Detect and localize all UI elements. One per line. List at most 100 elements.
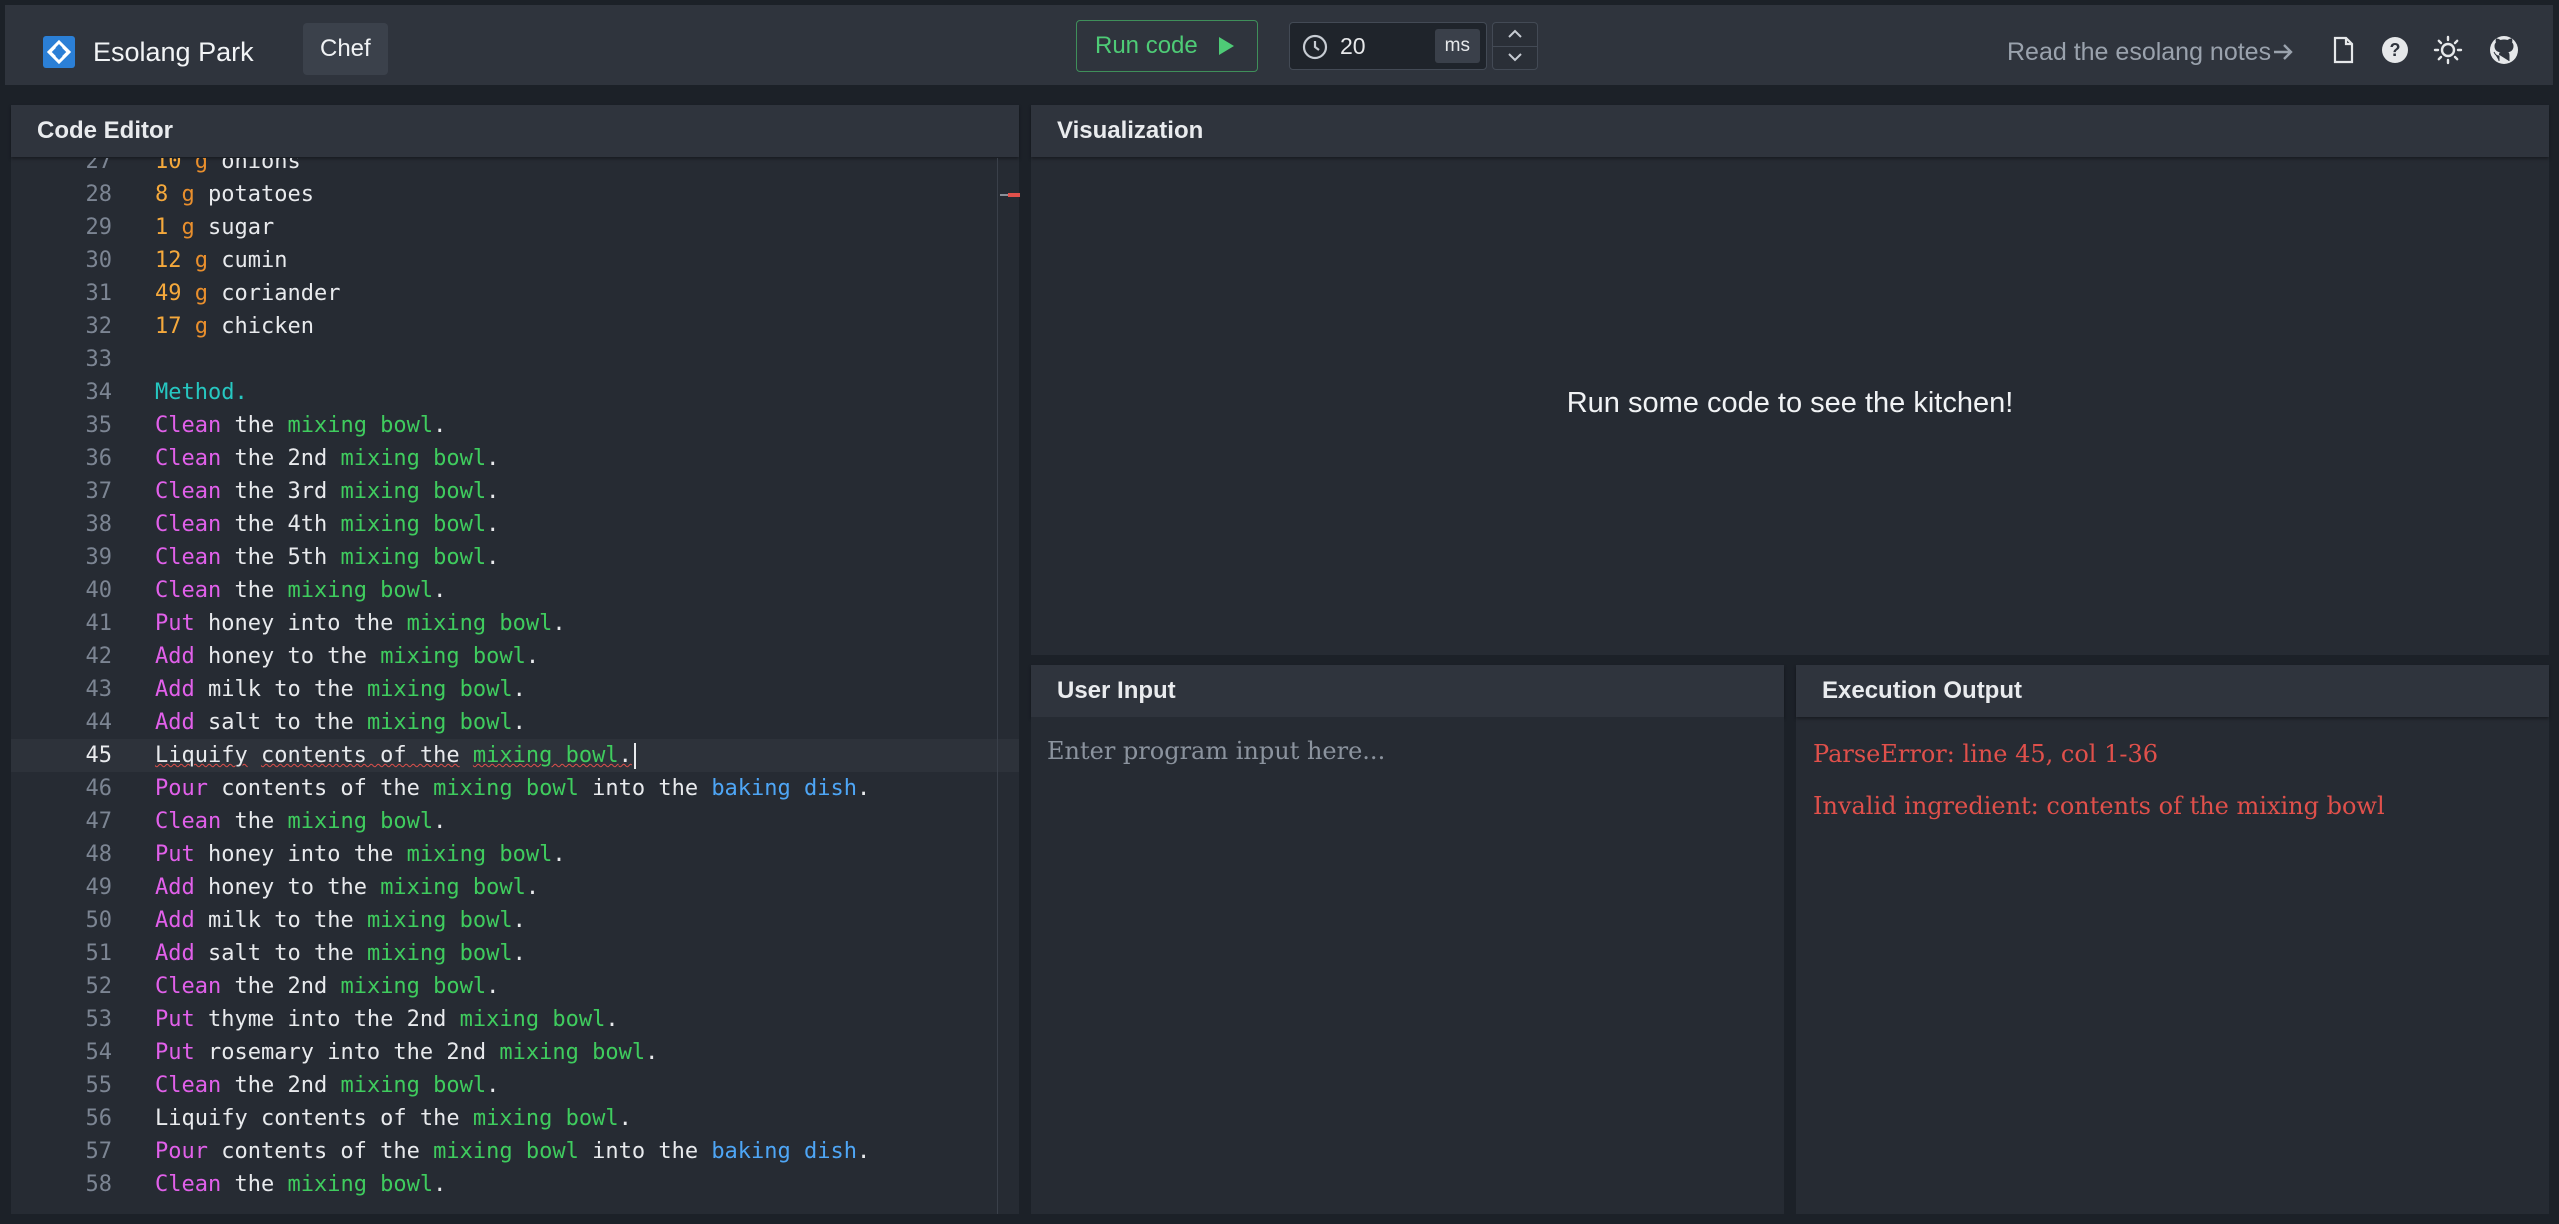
line-content: Liquify contents of the mixing bowl. xyxy=(155,1102,632,1135)
code-token: mixing bowl xyxy=(433,776,579,801)
code-line: 32 17 g chicken xyxy=(11,310,1019,343)
code-token: salt to the xyxy=(194,710,367,735)
theme-icon[interactable] xyxy=(2432,34,2464,66)
code-token: mixing bowl xyxy=(340,512,487,537)
line-content: Clean the mixing bowl. xyxy=(155,574,446,607)
execution-delay-field: ms xyxy=(1289,22,1487,70)
delay-stepper xyxy=(1492,22,1538,70)
line-content: Add salt to the mixing bowl. xyxy=(155,937,526,970)
code-token: . xyxy=(433,809,447,834)
code-line: 40 Clean the mixing bowl. xyxy=(11,574,1019,607)
line-number: 46 xyxy=(85,776,113,801)
line-content: Add honey to the mixing bowl. xyxy=(155,871,539,904)
play-icon xyxy=(1219,37,1234,55)
visualization-placeholder: Run some code to see the kitchen! xyxy=(1566,387,2014,419)
code-token: Put xyxy=(155,611,195,636)
line-content: Put thyme into the 2nd mixing bowl. xyxy=(155,1003,619,1036)
code-token: salt to the xyxy=(194,941,367,966)
code-token: 1 xyxy=(155,215,169,240)
code-line: 27 10 g onions xyxy=(11,158,1019,178)
code-token: mixing bowl xyxy=(340,974,487,999)
code-token: 12 xyxy=(155,248,182,273)
code-token: Add xyxy=(155,677,195,702)
code-token: thyme into the 2nd xyxy=(194,1007,460,1032)
code-line: 31 49 g coriander xyxy=(11,277,1019,310)
code-token: Clean xyxy=(155,1172,222,1197)
code-editor[interactable]: 27 10 g onions 28 8 g potatoes 29 1 g sugar 30… xyxy=(11,158,1019,1214)
github-icon[interactable] xyxy=(2488,34,2520,66)
line-content: 49 g coriander xyxy=(155,277,340,310)
run-code-button[interactable]: Run code xyxy=(1076,20,1258,72)
delay-input[interactable] xyxy=(1340,30,1430,62)
code-editor-title: Code Editor xyxy=(37,117,173,144)
code-token: Clean xyxy=(155,809,222,834)
code-token: . xyxy=(618,1106,632,1131)
code-line: 38 Clean the 4th mixing bowl. xyxy=(11,508,1019,541)
code-token: . xyxy=(618,743,632,768)
code-token: mixing bowl xyxy=(366,710,513,735)
run-code-label: Run code xyxy=(1095,32,1198,59)
code-line: 41 Put honey into the mixing bowl. xyxy=(11,607,1019,640)
line-number: 45 xyxy=(85,743,113,768)
parse-error-line: ParseError: line 45, col 1-36 xyxy=(1813,740,2159,768)
line-content: Clean the mixing bowl. xyxy=(155,805,446,838)
code-token: 8 xyxy=(155,182,169,207)
line-content: Put honey into the mixing bowl. xyxy=(155,838,566,871)
code-token: Put xyxy=(155,1007,195,1032)
program-input-field[interactable] xyxy=(1031,717,1784,1214)
increment-button[interactable] xyxy=(1493,23,1537,47)
visualization-header: Visualization xyxy=(1031,105,2549,157)
line-number: 56 xyxy=(85,1106,113,1131)
code-token: mixing bowl xyxy=(380,875,526,900)
code-token: Pour xyxy=(155,776,208,801)
code-token: contents of the xyxy=(207,1139,434,1164)
editor-overview-ruler xyxy=(997,158,998,1214)
help-icon[interactable]: ? xyxy=(2379,34,2411,66)
code-line: 45 Liquify contents of the mixing bowl. xyxy=(11,739,1019,772)
code-token: rosemary into the 2nd xyxy=(194,1040,500,1065)
code-token: the 3rd xyxy=(221,479,341,504)
line-number: 41 xyxy=(85,611,113,636)
clock-icon xyxy=(1302,34,1328,60)
code-token: mixing bowl xyxy=(340,446,487,471)
code-token: . xyxy=(486,974,500,999)
code-token: mixing bowl xyxy=(459,1007,606,1032)
execution-output-title: Execution Output xyxy=(1822,677,2022,704)
code-token: Liquify contents of the xyxy=(155,1106,473,1131)
line-number: 35 xyxy=(85,413,113,438)
code-token: . xyxy=(645,1040,659,1065)
top-bar: Esolang Park Chef Run code ms Read the e… xyxy=(5,5,2553,85)
line-number: 36 xyxy=(85,446,113,471)
file-icon[interactable] xyxy=(2327,34,2359,66)
error-marker-icon xyxy=(1000,193,1020,197)
chevron-up-icon xyxy=(1508,29,1522,38)
code-token: mixing bowl xyxy=(366,908,513,933)
code-token: g xyxy=(194,281,208,306)
code-token: . xyxy=(512,908,526,933)
code-token: coriander xyxy=(208,281,341,306)
code-line: 58 Clean the mixing bowl. xyxy=(11,1168,1019,1201)
code-token: honey into the xyxy=(194,842,407,867)
code-line: 46 Pour contents of the mixing bowl into … xyxy=(11,772,1019,805)
line-number: 50 xyxy=(85,908,113,933)
code-token: cumin xyxy=(208,248,288,273)
code-token: mixing bowl xyxy=(380,644,526,669)
code-token: mixing bowl xyxy=(366,677,513,702)
esolang-notes-link[interactable]: Read the esolang notes xyxy=(2007,34,2271,70)
visualization-panel: Visualization Run some code to see the k… xyxy=(1031,105,2549,655)
line-number: 37 xyxy=(85,479,113,504)
line-content: Method. xyxy=(155,376,248,409)
code-token: . xyxy=(512,941,526,966)
language-selector[interactable]: Chef xyxy=(303,23,388,75)
code-line: 39 Clean the 5th mixing bowl. xyxy=(11,541,1019,574)
code-token: . xyxy=(525,644,540,669)
user-input-title: User Input xyxy=(1057,677,1176,704)
visualization-title: Visualization xyxy=(1057,117,1204,144)
code-line: 50 Add milk to the mixing bowl. xyxy=(11,904,1019,937)
code-token: Clean xyxy=(155,545,222,570)
svg-text:?: ? xyxy=(2390,40,2401,60)
code-token: the xyxy=(221,578,288,603)
decrement-button[interactable] xyxy=(1493,46,1537,69)
